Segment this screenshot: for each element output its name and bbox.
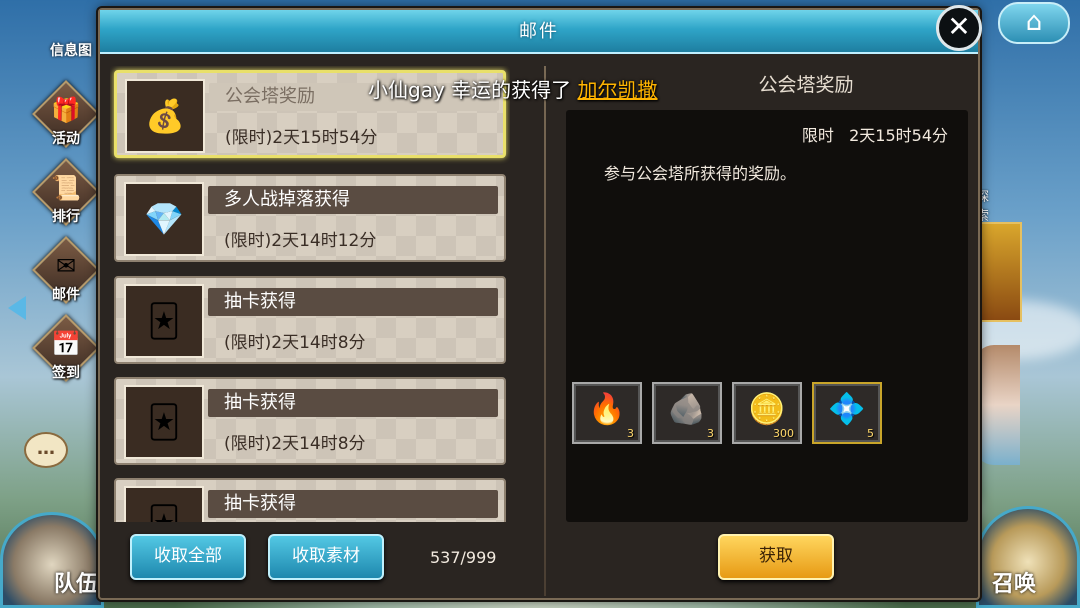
event-banner[interactable] bbox=[974, 222, 1022, 322]
ranking-button[interactable]: 📜 排行 bbox=[30, 158, 100, 232]
close-icon: ✕ bbox=[947, 10, 971, 43]
fire-essence-icon: 🔥 bbox=[588, 392, 626, 427]
ranking-label: 排行 bbox=[52, 209, 80, 225]
limit-value: 2天15时54分 bbox=[849, 126, 948, 145]
loot-notification: 小仙gay 幸运的获得了 加尔凯撒 bbox=[368, 74, 658, 103]
ore-chunk-icon: 🪨 bbox=[668, 392, 706, 427]
home-icon: ⌂ bbox=[1025, 7, 1043, 37]
gold-coins-icon: 🪙 bbox=[748, 392, 786, 427]
checkin-label: 签到 bbox=[52, 365, 80, 381]
mail-label: 邮件 bbox=[52, 287, 80, 303]
reward-count: 3 bbox=[707, 427, 714, 440]
green-crystal-icon: 💠 bbox=[828, 392, 866, 427]
mail-count: 537/999 bbox=[430, 548, 497, 567]
home-button[interactable]: ⌂ bbox=[998, 2, 1070, 44]
reward-slot[interactable]: 🔥 3 bbox=[572, 382, 642, 444]
mail-time: (限时)2天14时8分 bbox=[224, 333, 366, 353]
collect-all-button[interactable]: 收取全部 bbox=[130, 534, 246, 580]
close-button[interactable]: ✕ bbox=[936, 5, 982, 51]
treasure-chest-icon: 💰 bbox=[125, 79, 205, 153]
mail-button[interactable]: ✉ 邮件 bbox=[30, 236, 100, 310]
right-menu-rail: ⌂ 探索 召唤 bbox=[974, 0, 1080, 608]
notice-item-link[interactable]: 加尔凯撒 bbox=[578, 78, 658, 102]
activity-label: 活动 bbox=[52, 131, 80, 147]
info-map-label[interactable]: 信息图 bbox=[50, 40, 92, 60]
mail-list-item[interactable]: 🃏 抽卡获得 (限时)2天14时8分 bbox=[114, 276, 506, 364]
summon-label: 召唤 bbox=[991, 572, 1036, 597]
mail-subject: 抽卡获得 bbox=[224, 291, 296, 312]
dialog-title: 邮件 bbox=[519, 21, 559, 42]
reward-slot[interactable]: 🪨 3 bbox=[652, 382, 722, 444]
left-menu-rail: 信息图 🎁 活动 📜 排行 ✉ 邮件 📅 签到 … 队伍 bbox=[0, 0, 108, 608]
mail-detail-panel: 限时 2天15时54分 参与公会塔所获得的奖励。 🔥 3 🪨 3 🪙 300 💠… bbox=[566, 110, 968, 522]
claim-button[interactable]: 获取 bbox=[718, 534, 834, 580]
notice-text: 小仙gay 幸运的获得了 bbox=[368, 78, 578, 102]
reward-count: 300 bbox=[773, 427, 794, 440]
mail-list-item[interactable]: 🃏 抽卡获得 (限时)2天14时8分 bbox=[114, 377, 506, 465]
limit-label: 限时 bbox=[801, 126, 834, 145]
crystal-chest-icon: 💎 bbox=[124, 182, 204, 256]
reward-count: 5 bbox=[867, 427, 874, 440]
reward-slot[interactable]: 🪙 300 bbox=[732, 382, 802, 444]
detail-title: 公会塔奖励 bbox=[758, 74, 854, 96]
mail-list-item[interactable]: 🃏 抽卡获得 bbox=[114, 478, 506, 522]
reward-slot[interactable]: 💠 5 bbox=[812, 382, 882, 444]
checkin-button[interactable]: 📅 签到 bbox=[30, 314, 100, 388]
reward-count: 3 bbox=[627, 427, 634, 440]
cards-icon: 🃏 bbox=[124, 385, 204, 459]
mail-subject: 多人战掉落获得 bbox=[224, 189, 350, 210]
mail-subject: 抽卡获得 bbox=[224, 493, 296, 514]
cards-icon: 🃏 bbox=[124, 486, 204, 522]
mail-list-item[interactable]: 💎 多人战掉落获得 (限时)2天14时12分 bbox=[114, 174, 506, 262]
pane-divider bbox=[544, 66, 546, 596]
mail-subject: 公会塔奖励 bbox=[225, 86, 315, 107]
activity-icon: 🎁 bbox=[51, 96, 81, 124]
mail-icon: ✉ bbox=[55, 252, 77, 280]
collect-materials-button[interactable]: 收取素材 bbox=[268, 534, 384, 580]
ranking-icon: 📜 bbox=[51, 174, 81, 202]
cards-icon: 🃏 bbox=[124, 284, 204, 358]
mail-time: (限时)2天14时12分 bbox=[224, 231, 377, 251]
character-portrait bbox=[974, 345, 1020, 465]
activity-button[interactable]: 🎁 活动 bbox=[30, 80, 100, 154]
collapse-arrow-icon[interactable] bbox=[8, 296, 26, 320]
detail-time-limit: 限时 2天15时54分 bbox=[566, 122, 948, 146]
mail-list[interactable]: 💰 公会塔奖励 (限时)2天15时54分 💎 多人战掉落获得 (限时)2天14时… bbox=[110, 66, 510, 522]
chat-bubble-icon[interactable]: … bbox=[24, 432, 68, 468]
mail-time: (限时)2天15时54分 bbox=[225, 128, 378, 148]
checkin-icon: 📅 bbox=[51, 330, 81, 358]
detail-description: 参与公会塔所获得的奖励。 bbox=[604, 164, 797, 183]
team-label: 队伍 bbox=[54, 572, 99, 597]
mail-subject: 抽卡获得 bbox=[224, 392, 296, 413]
mail-time: (限时)2天14时8分 bbox=[224, 434, 366, 454]
